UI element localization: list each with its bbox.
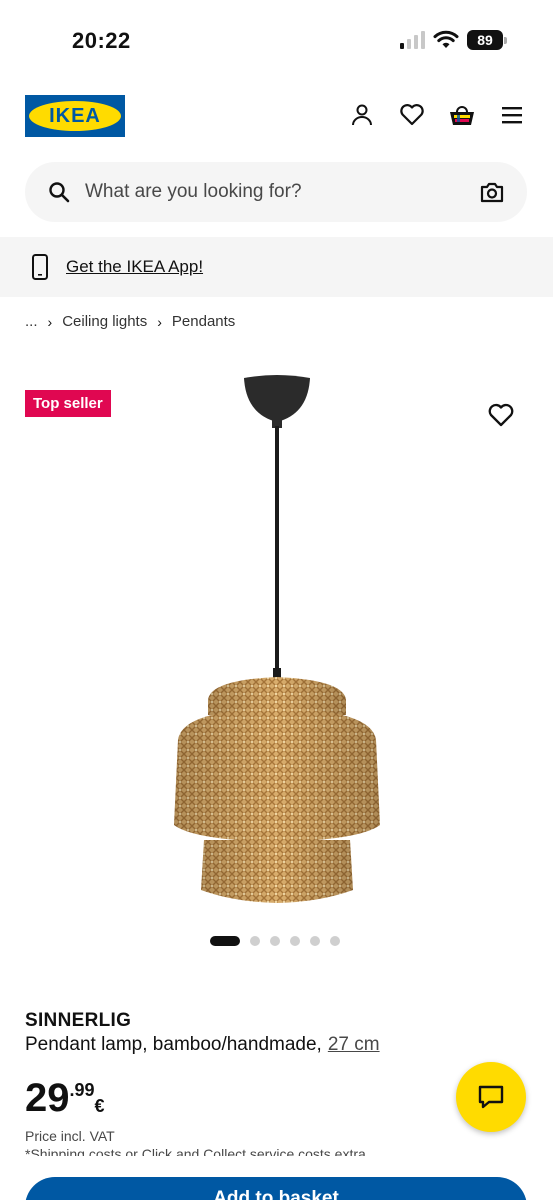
header-icons <box>346 99 528 131</box>
search-icon <box>49 182 70 203</box>
price-integer: 29 <box>25 1076 70 1120</box>
price-decimal: .99 <box>69 1080 95 1100</box>
breadcrumb-item-ceiling-lights[interactable]: Ceiling lights <box>62 313 147 330</box>
breadcrumb-item-pendants[interactable]: Pendants <box>172 313 235 330</box>
search-input[interactable] <box>85 181 479 203</box>
image-carousel-indicator[interactable] <box>210 936 340 946</box>
chevron-right-icon: › <box>47 313 53 330</box>
breadcrumb: ... › Ceiling lights › Pendants <box>25 313 235 330</box>
carousel-dot[interactable] <box>290 936 300 946</box>
breadcrumb-ellipsis[interactable]: ... <box>25 313 38 330</box>
product-type: Pendant lamp, bamboo/handmade, <box>25 1034 322 1055</box>
product-description: Pendant lamp, bamboo/handmade, 27 cm <box>25 1034 380 1056</box>
wifi-icon <box>433 30 459 48</box>
status-time: 20:22 <box>72 28 131 53</box>
menu-icon[interactable] <box>496 99 528 131</box>
basket-icon[interactable] <box>446 99 478 131</box>
favourites-icon[interactable] <box>396 99 428 131</box>
product-name: SINNERLIG <box>25 1010 132 1031</box>
carousel-dot-active[interactable] <box>210 936 240 946</box>
chat-icon <box>478 1085 504 1109</box>
vat-note: Price incl. VAT <box>25 1128 115 1144</box>
product-size-link[interactable]: 27 cm <box>328 1034 380 1055</box>
carousel-dot[interactable] <box>250 936 260 946</box>
chat-button[interactable] <box>456 1062 526 1132</box>
add-to-favourites-icon[interactable] <box>486 400 516 430</box>
shipping-note: *Shipping costs or Click and Collect ser… <box>25 1146 366 1156</box>
top-seller-badge: Top seller <box>25 390 111 417</box>
signal-icon <box>400 31 425 49</box>
battery-icon: 89 <box>467 30 507 50</box>
chevron-right-icon: › <box>157 313 162 330</box>
status-bar: 20:22 89 <box>0 0 553 80</box>
add-to-basket-button[interactable]: Add to basket <box>25 1177 527 1200</box>
price-currency: € <box>94 1096 105 1116</box>
phone-icon <box>32 254 48 280</box>
carousel-dot[interactable] <box>330 936 340 946</box>
search-bar[interactable] <box>25 162 527 222</box>
product-image[interactable] <box>160 370 400 915</box>
ikea-logo[interactable]: IKEA <box>25 95 125 137</box>
camera-search-icon[interactable] <box>479 179 505 205</box>
carousel-dot[interactable] <box>310 936 320 946</box>
profile-icon[interactable] <box>346 99 378 131</box>
header: IKEA <box>25 95 528 137</box>
product-price: 29 .99 € <box>25 1076 105 1120</box>
logo-text: IKEA <box>29 101 121 131</box>
carousel-dot[interactable] <box>270 936 280 946</box>
status-icons: 89 <box>400 30 507 50</box>
app-banner: Get the IKEA App! <box>0 237 553 297</box>
get-app-link[interactable]: Get the IKEA App! <box>66 257 203 277</box>
